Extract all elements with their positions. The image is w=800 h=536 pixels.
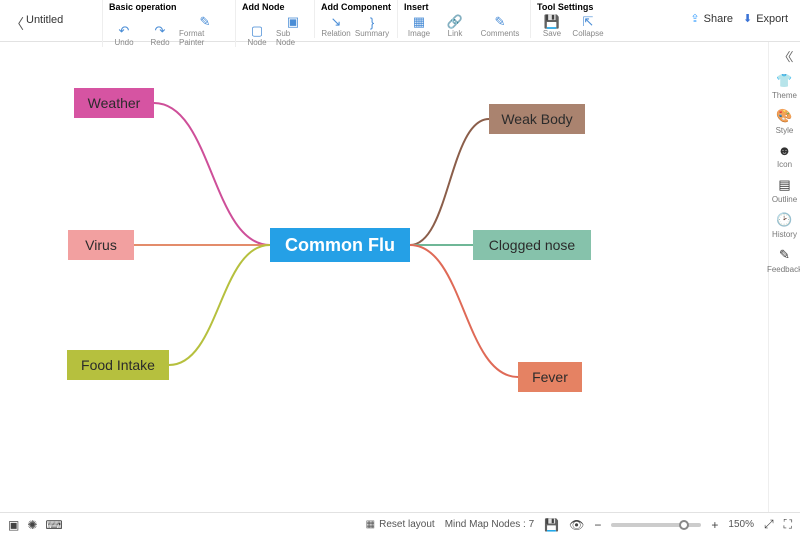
summary-icon: } xyxy=(364,15,380,29)
image-label: Image xyxy=(408,29,430,38)
right-rail: 〈〈 👕 Theme 🎨 Style ☻ Icon ▤ Outline 🕑 History ✎ Fee… xyxy=(768,42,800,512)
toolbar-group-basic-operation: Basic operation↶Undo↷Redo✎Format Painter xyxy=(102,0,235,47)
mindmap-canvas[interactable]: Common Flu Weather Virus Food Intake Weak Bo… xyxy=(0,42,768,512)
collapse-button[interactable]: ⇱Collapse xyxy=(571,15,605,38)
link-icon: 🔗 xyxy=(447,15,463,29)
toolbar-group-tool-settings: Tool Settings💾Save⇱Collapse xyxy=(530,0,609,38)
back-button[interactable]: 〈 xyxy=(4,0,22,34)
zoom-out-button[interactable]: − xyxy=(594,518,601,532)
node-icon: ▢ xyxy=(249,24,265,38)
theme-icon: 👕 xyxy=(776,73,792,89)
share-button[interactable]: ⇪ Share xyxy=(690,12,733,25)
zoom-in-button[interactable]: + xyxy=(711,518,718,532)
save-status-icon[interactable]: 💾 xyxy=(544,518,559,532)
mindmap-node-fever[interactable]: Fever xyxy=(518,362,582,392)
share-icon: ⇪ xyxy=(690,12,699,25)
style-icon: 🎨 xyxy=(776,108,792,124)
rail-feedback-label: Feedback xyxy=(767,265,800,274)
status-bar: ▣ ✺ ⌨ ▦ Reset layout Mind Map Nodes : 7 … xyxy=(0,512,800,536)
relation-label: Relation xyxy=(321,29,350,38)
reset-icon: ▦ xyxy=(366,519,375,530)
redo-icon: ↷ xyxy=(152,24,168,38)
presentation-icon[interactable]: ✺ xyxy=(27,518,37,532)
mindmap-node-clogged-nose[interactable]: Clogged nose xyxy=(473,230,591,260)
subnode-icon: ▣ xyxy=(285,15,301,29)
feedback-icon: ✎ xyxy=(779,247,790,263)
save-label: Save xyxy=(543,29,561,38)
toolbar-group-add-node: Add Node▢Node▣Sub Node xyxy=(235,0,314,47)
zoom-slider-knob[interactable] xyxy=(679,520,689,530)
mindmap-node-weak-body[interactable]: Weak Body xyxy=(489,104,585,134)
undo-icon: ↶ xyxy=(116,24,132,38)
view-mode-icon[interactable]: ▣ xyxy=(8,518,19,532)
relation-button[interactable]: ↘Relation xyxy=(319,15,353,38)
rail-icon-label: Icon xyxy=(777,160,792,169)
icon-icon: ☻ xyxy=(778,143,792,158)
comment-label: Comments xyxy=(481,29,520,38)
eye-icon[interactable]: 👁 xyxy=(569,518,584,532)
rail-history-button[interactable]: 🕑 History xyxy=(772,212,797,239)
outline-icon: ▤ xyxy=(778,177,790,193)
mindmap-node-virus[interactable]: Virus xyxy=(68,230,134,260)
save-button[interactable]: 💾Save xyxy=(535,15,569,38)
comment-button[interactable]: ✎Comments xyxy=(474,15,526,38)
summary-label: Summary xyxy=(355,29,389,38)
summary-button[interactable]: }Summary xyxy=(355,15,389,38)
export-icon: ⬇ xyxy=(743,12,752,25)
history-icon: 🕑 xyxy=(776,212,792,228)
rail-icon-button[interactable]: ☻ Icon xyxy=(777,143,792,169)
rail-history-label: History xyxy=(772,230,797,239)
toolbar-group-title: Insert xyxy=(402,0,526,15)
mindmap-node-weather[interactable]: Weather xyxy=(74,88,154,118)
save-icon: 💾 xyxy=(544,15,560,29)
link-label: Link xyxy=(448,29,463,38)
rail-collapse-button[interactable]: 〈〈 xyxy=(778,48,790,65)
mindmap-node-food-intake[interactable]: Food Intake xyxy=(67,350,169,380)
toolbar-group-title: Add Node xyxy=(240,0,310,15)
toolbar-group-insert: Insert▦Image🔗Link✎Comments xyxy=(397,0,530,38)
rail-theme-button[interactable]: 👕 Theme xyxy=(772,73,797,100)
rail-style-button[interactable]: 🎨 Style xyxy=(776,108,794,135)
document-title[interactable]: Untitled xyxy=(22,0,102,26)
top-actions: ⇪ Share ⬇ Export xyxy=(690,0,796,25)
top-toolbar: 〈 Untitled Basic operation↶Undo↷Redo✎For… xyxy=(0,0,800,42)
zoom-slider[interactable] xyxy=(611,523,701,527)
image-button[interactable]: ▦Image xyxy=(402,15,436,38)
zoom-value: 150% xyxy=(728,519,754,530)
relation-icon: ↘ xyxy=(328,15,344,29)
reset-label: Reset layout xyxy=(379,519,435,530)
link-button[interactable]: 🔗Link xyxy=(438,15,472,38)
reset-layout-button[interactable]: ▦ Reset layout xyxy=(366,519,435,530)
export-button[interactable]: ⬇ Export xyxy=(743,12,788,25)
mindmap-center-node[interactable]: Common Flu xyxy=(270,228,410,262)
share-label: Share xyxy=(704,13,733,25)
toolbar-group-title: Tool Settings xyxy=(535,0,605,15)
toolbar-group-add-component: Add Component↘Relation}Summary xyxy=(314,0,397,38)
comment-icon: ✎ xyxy=(492,15,508,29)
toolbar-group-title: Basic operation xyxy=(107,0,231,15)
collapse-label: Collapse xyxy=(572,29,603,38)
keyboard-icon[interactable]: ⌨ xyxy=(45,518,62,532)
rail-outline-label: Outline xyxy=(772,195,797,204)
collapse-icon: ⇱ xyxy=(580,15,596,29)
node-count-label: Mind Map Nodes : 7 xyxy=(445,519,535,530)
export-label: Export xyxy=(756,13,788,25)
rail-theme-label: Theme xyxy=(772,91,797,100)
toolbar-group-title: Add Component xyxy=(319,0,393,15)
image-icon: ▦ xyxy=(411,15,427,29)
rail-outline-button[interactable]: ▤ Outline xyxy=(772,177,797,204)
format-icon: ✎ xyxy=(197,15,213,29)
fullscreen-icon[interactable]: ⛶ xyxy=(784,517,792,532)
fit-icon[interactable]: ⤢ xyxy=(764,517,774,532)
rail-style-label: Style xyxy=(776,126,794,135)
rail-feedback-button[interactable]: ✎ Feedback xyxy=(767,247,800,274)
